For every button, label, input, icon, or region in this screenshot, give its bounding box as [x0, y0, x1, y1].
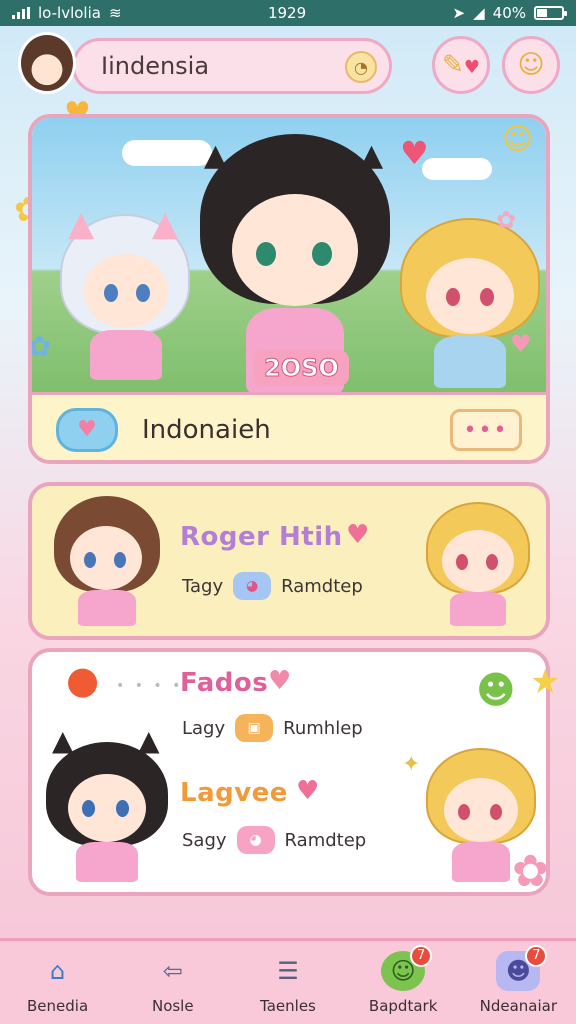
entry-meta: Lagy ▣ Rumhlep	[182, 714, 363, 742]
nav-label: Ndeanaiar	[479, 996, 558, 1015]
dots-decoration: • • • •	[116, 678, 184, 694]
cloud-shape	[122, 140, 212, 166]
search-input[interactable]: Iindensia	[101, 52, 209, 80]
bottom-nav: ⌂ Benedia ⇦ Nosle ☰ Taenles ☺ 7 Bapdtark…	[0, 938, 576, 1024]
list-icon: ☰	[277, 956, 299, 985]
creature-icon: ▣	[235, 714, 274, 742]
back-arrow-icon: ⇦	[162, 956, 183, 985]
heart-decoration-icon: ♥	[510, 330, 532, 358]
notification-badge: 7	[525, 944, 548, 967]
search-action-button[interactable]: ◔	[345, 51, 377, 83]
nav-item-benedia[interactable]: ⌂ Benedia	[3, 951, 113, 1015]
nav-item-bapdtark[interactable]: ☺ 7 Bapdtark	[348, 944, 458, 1015]
nav-label: Taenles	[260, 996, 316, 1015]
battery-level	[537, 9, 547, 17]
heart-icon[interactable]: ♥	[268, 666, 291, 696]
header: Iindensia ◔ ✎♥ ☺	[14, 30, 562, 98]
signal-arrow-icon: ◢	[473, 4, 485, 22]
status-right: ➤ ◢ 40%	[452, 4, 567, 22]
entry-name[interactable]: Roger Htih	[180, 522, 343, 552]
entry-sub-label: Tagy	[182, 575, 224, 597]
home-icon: ⌂	[49, 956, 66, 985]
entry-tag-label[interactable]: Ramdtep	[285, 830, 367, 851]
heart-bubble-icon: ♥	[400, 134, 429, 172]
smiley-sticker-icon: ☺	[502, 122, 534, 157]
nav-label: Benedia	[27, 996, 89, 1015]
entry-name[interactable]: Fados	[180, 668, 268, 698]
status-bar: lo-lvlolia ≋ 1929 ➤ ◢ 40%	[0, 0, 576, 26]
list-card[interactable]: ● • • • • ▲ ▲ Fados ♥ Lagy ▣ Rumhlep Lag…	[28, 648, 550, 896]
character-blonde-hair: ✿	[400, 206, 540, 390]
character-blonde-hair	[426, 502, 530, 626]
nav-label: Nosle	[151, 996, 194, 1015]
entry-tag-label[interactable]: Ramdtep	[281, 576, 363, 597]
battery-percent: 40%	[492, 4, 526, 22]
carrier-name: lo-lvlolia	[38, 4, 101, 22]
emoji-button[interactable]: ☺	[502, 36, 560, 94]
sparkle-icon: ✦	[402, 752, 421, 777]
avatar[interactable]	[18, 32, 76, 94]
nav-item-taenles[interactable]: ☰ Taenles	[233, 951, 343, 1015]
entry-meta: Sagy ◕ Ramdtep	[182, 826, 366, 854]
entry-name[interactable]: Lagvee	[180, 778, 288, 808]
entry-meta: Tagy ◕ Ramdtep	[182, 572, 363, 600]
status-time: 1929	[267, 4, 307, 22]
edit-heart-button[interactable]: ✎♥	[432, 36, 490, 94]
balloon-decoration-icon: ●	[66, 658, 100, 702]
entry-sub-label: Sagy	[182, 829, 227, 851]
creature-icon: ◕	[233, 572, 272, 600]
flower-decoration-icon: ✿	[512, 846, 549, 897]
search-bar[interactable]: Iindensia ◔	[72, 38, 392, 94]
battery-icon	[534, 6, 567, 20]
hero-footer: ♥ Indonaieh •••	[32, 392, 546, 460]
hero-title: Indonaieh	[142, 414, 271, 445]
wifi-icon: ≋	[108, 4, 122, 22]
star-decoration-icon: ★	[530, 662, 561, 702]
cloud-shape	[422, 158, 492, 180]
notification-badge: 7	[410, 944, 433, 967]
character-brown-hair	[52, 496, 162, 626]
clock-icon: ◔	[354, 57, 368, 77]
character-black-hair: ▲ ▲	[46, 724, 168, 882]
heart-icon[interactable]: ♥	[296, 776, 319, 806]
hero-badge: 2OSO	[254, 350, 349, 386]
entry-sub-label: Lagy	[182, 717, 226, 739]
nav-label: Bapdtark	[368, 996, 438, 1015]
cloud-heart-icon: ♥	[56, 407, 118, 452]
green-blob-icon: ☻	[476, 668, 516, 712]
smiley-icon: ☺	[517, 50, 545, 80]
hero-card[interactable]: ▲ ▲ ▲ ▲ ✿ ♥ ☺ ♥ ✿ 2OSO ♥ Indonaieh •••	[28, 114, 550, 464]
more-options-button[interactable]: •••	[450, 409, 522, 451]
nav-item-ndeanaiar[interactable]: ☻ 7 Ndeanaiar	[463, 944, 573, 1015]
entry-tag-label[interactable]: Rumhlep	[283, 718, 363, 739]
nav-item-nosle[interactable]: ⇦ Nosle	[118, 951, 228, 1015]
heart-icon[interactable]: ♥	[346, 520, 369, 550]
creature-icon: ◕	[236, 826, 275, 854]
status-left: lo-lvlolia ≋	[12, 4, 122, 22]
pencil-heart-icon: ✎♥	[442, 50, 480, 80]
list-card[interactable]: Roger Htih ♥ Tagy ◕ Ramdtep	[28, 482, 550, 640]
location-icon: ➤	[452, 4, 466, 22]
hero-illustration: ▲ ▲ ▲ ▲ ✿ ♥ ☺ ♥ ✿ 2OSO	[32, 118, 546, 394]
signal-icon	[12, 7, 30, 19]
character-white-hair: ▲ ▲	[60, 204, 190, 384]
flower-decoration-icon: ✿	[28, 330, 52, 363]
